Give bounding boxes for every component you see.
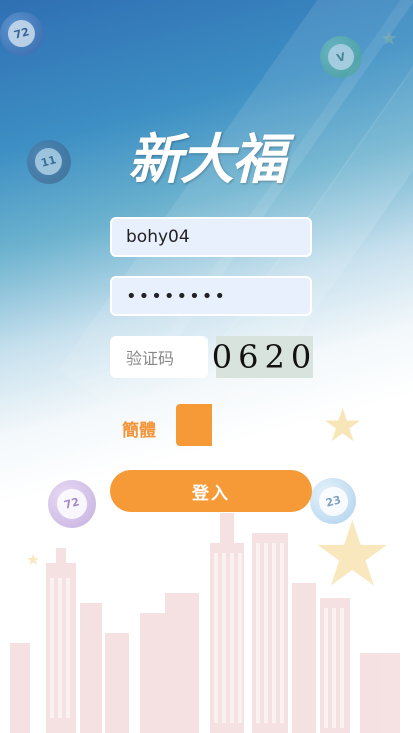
lottery-ball-icon: 11 (27, 140, 71, 184)
username-input[interactable]: bohy04 (110, 217, 312, 257)
captcha-image[interactable]: 0620 (212, 336, 313, 378)
app-logo: 新大福 (128, 127, 286, 191)
lottery-ball-icon: V (320, 36, 362, 78)
star-icon: ★ (380, 26, 398, 50)
login-button[interactable]: 登入 (110, 470, 312, 512)
password-input[interactable]: •••••••• (110, 276, 312, 316)
language-toggle[interactable] (176, 404, 212, 446)
star-icon: ★ (322, 398, 364, 452)
captcha-input[interactable]: 验证码 (110, 336, 208, 378)
language-label[interactable]: 簡體 (122, 416, 156, 441)
lottery-ball-icon: 72 (0, 12, 44, 56)
city-skyline-background (10, 513, 400, 733)
